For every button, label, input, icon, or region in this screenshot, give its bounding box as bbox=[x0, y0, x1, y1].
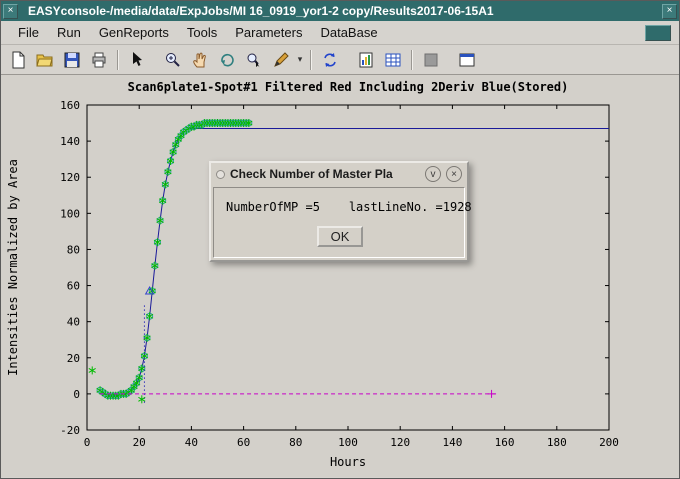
menu-genreports[interactable]: GenReports bbox=[90, 23, 178, 42]
report-button[interactable] bbox=[353, 48, 379, 72]
dialog-app-icon bbox=[216, 170, 225, 179]
dialog-collapse-button[interactable]: v bbox=[425, 166, 441, 182]
new-file-button[interactable] bbox=[5, 48, 31, 72]
menu-file[interactable]: File bbox=[9, 23, 48, 42]
svg-text:20: 20 bbox=[67, 352, 80, 365]
menu-grip bbox=[645, 25, 671, 41]
svg-text:40: 40 bbox=[67, 316, 80, 329]
app-window: × EASYconsole-/media/data/ExpJobs/MI 16_… bbox=[0, 0, 680, 479]
svg-text:20: 20 bbox=[133, 436, 146, 449]
table-icon bbox=[384, 51, 402, 69]
svg-text:0: 0 bbox=[84, 436, 91, 449]
stop-button[interactable] bbox=[418, 48, 444, 72]
ok-button[interactable]: OK bbox=[317, 226, 364, 247]
report-icon bbox=[357, 51, 375, 69]
new-file-icon bbox=[9, 51, 27, 69]
svg-text:200: 200 bbox=[599, 436, 619, 449]
svg-text:60: 60 bbox=[237, 436, 250, 449]
table-button[interactable] bbox=[380, 48, 406, 72]
svg-text:140: 140 bbox=[60, 135, 80, 148]
window-icon bbox=[458, 51, 476, 69]
close-icon: × bbox=[451, 169, 457, 180]
svg-text:-20: -20 bbox=[60, 424, 80, 437]
svg-text:60: 60 bbox=[67, 280, 80, 293]
pan-hand-icon bbox=[191, 51, 209, 69]
menu-parameters[interactable]: Parameters bbox=[226, 23, 311, 42]
brush-icon bbox=[272, 51, 290, 69]
svg-text:Scan6plate1-Spot#1 Filtered Re: Scan6plate1-Spot#1 Filtered Red Includin… bbox=[128, 80, 569, 94]
stop-icon bbox=[422, 51, 440, 69]
menu-run[interactable]: Run bbox=[48, 23, 90, 42]
close-icon: × bbox=[8, 5, 14, 16]
print-button[interactable] bbox=[86, 48, 112, 72]
rotate-icon bbox=[218, 51, 236, 69]
svg-text:100: 100 bbox=[60, 207, 80, 220]
window-close-right-button[interactable]: × bbox=[662, 4, 677, 19]
window-title: EASYconsole-/media/data/ExpJobs/MI 16_09… bbox=[22, 4, 658, 18]
svg-text:160: 160 bbox=[60, 99, 80, 112]
window-close-left-button[interactable]: × bbox=[3, 4, 18, 19]
cursor-button[interactable] bbox=[124, 48, 150, 72]
pan-hand-button[interactable] bbox=[187, 48, 213, 72]
svg-text:100: 100 bbox=[338, 436, 358, 449]
svg-text:0: 0 bbox=[73, 388, 80, 401]
menu-tools[interactable]: Tools bbox=[178, 23, 226, 42]
dialog-message: NumberOfMP =5 lastLineNo. =1928 bbox=[226, 200, 454, 214]
dialog-title-bar[interactable]: Check Number of Master Pla v × bbox=[211, 163, 467, 185]
menu-database[interactable]: DataBase bbox=[311, 23, 386, 42]
toolbar-separator bbox=[411, 50, 413, 70]
svg-text:40: 40 bbox=[185, 436, 198, 449]
rotate-button[interactable] bbox=[214, 48, 240, 72]
close-icon: × bbox=[667, 5, 673, 16]
svg-text:Intensities Normalized by Area: Intensities Normalized by Area bbox=[6, 159, 20, 376]
save-icon bbox=[63, 51, 81, 69]
zoom-in-button[interactable] bbox=[160, 48, 186, 72]
check-master-plates-dialog: Check Number of Master Pla v × NumberOfM… bbox=[209, 161, 469, 262]
zoom-select-button[interactable] bbox=[241, 48, 267, 72]
toolbar-separator bbox=[117, 50, 119, 70]
svg-text:180: 180 bbox=[547, 436, 567, 449]
svg-text:80: 80 bbox=[289, 436, 302, 449]
save-button[interactable] bbox=[59, 48, 85, 72]
menu-bar: File Run GenReports Tools Parameters Dat… bbox=[1, 21, 679, 45]
window-title-bar[interactable]: × EASYconsole-/media/data/ExpJobs/MI 16_… bbox=[1, 1, 679, 21]
svg-text:120: 120 bbox=[390, 436, 410, 449]
refresh-button[interactable] bbox=[317, 48, 343, 72]
zoom-select-icon bbox=[245, 51, 263, 69]
open-folder-icon bbox=[36, 51, 54, 69]
svg-text:160: 160 bbox=[495, 436, 515, 449]
svg-text:Hours: Hours bbox=[330, 455, 366, 469]
dialog-body: NumberOfMP =5 lastLineNo. =1928 OK bbox=[213, 187, 465, 258]
window-tile-button[interactable] bbox=[454, 48, 480, 72]
svg-text:140: 140 bbox=[442, 436, 462, 449]
open-folder-button[interactable] bbox=[32, 48, 58, 72]
svg-text:80: 80 bbox=[67, 243, 80, 256]
growth-curve-chart: Scan6plate1-Spot#1 Filtered Red Includin… bbox=[1, 75, 673, 473]
brush-button[interactable] bbox=[268, 48, 294, 72]
refresh-icon bbox=[321, 51, 339, 69]
toolbar: ▾ bbox=[1, 45, 679, 75]
chart-panel: Scan6plate1-Spot#1 Filtered Red Includin… bbox=[1, 75, 679, 477]
cursor-icon bbox=[128, 51, 146, 69]
chevron-down-icon: v bbox=[431, 169, 436, 180]
dialog-close-button[interactable]: × bbox=[446, 166, 462, 182]
svg-text:120: 120 bbox=[60, 171, 80, 184]
toolbar-separator bbox=[310, 50, 312, 70]
brush-dropdown-arrow[interactable]: ▾ bbox=[295, 54, 305, 65]
dialog-title: Check Number of Master Pla bbox=[230, 167, 420, 181]
print-icon bbox=[90, 51, 108, 69]
zoom-in-icon bbox=[164, 51, 182, 69]
